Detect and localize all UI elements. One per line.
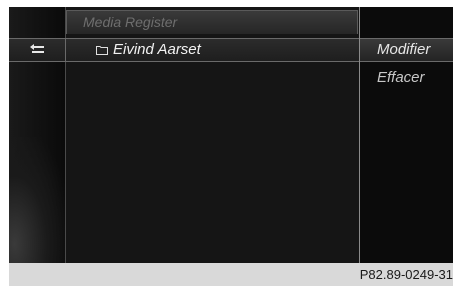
back-button[interactable] [9, 39, 66, 61]
menu-item-label: Modifier [377, 41, 431, 58]
title-bar: Media Register [66, 10, 358, 34]
footer-band: P82.89-0249-31 [9, 263, 453, 286]
display-screen: Media Register Eivind Aarset Modifier Ef… [9, 7, 453, 263]
list-item[interactable]: Eivind Aarset [9, 38, 360, 62]
left-panel-glow [9, 137, 66, 263]
page: Media Register Eivind Aarset Modifier Ef… [0, 0, 454, 286]
back-arrow-icon [30, 44, 44, 53]
list-item-label: Eivind Aarset [113, 41, 201, 58]
page-title: Media Register [83, 14, 178, 30]
menu-item-label: Effacer [377, 69, 425, 86]
menu-item-effacer[interactable]: Effacer [360, 67, 453, 91]
context-menu: Modifier Effacer [360, 7, 453, 263]
figure-code: P82.89-0249-31 [359, 267, 453, 282]
menu-item-modifier[interactable]: Modifier [360, 38, 453, 62]
folder-icon [96, 46, 108, 55]
